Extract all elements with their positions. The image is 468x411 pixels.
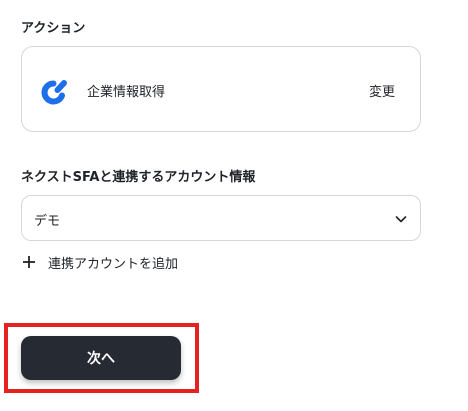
- account-select[interactable]: デモ: [21, 195, 421, 241]
- action-name: 企業情報取得: [87, 85, 166, 100]
- account-section-label: ネクストSFAと連携するアカウント情報: [21, 170, 256, 185]
- chevron-down-icon: [395, 216, 407, 223]
- action-section-label: アクション: [21, 21, 86, 36]
- add-account-button[interactable]: 連携アカウントを追加: [22, 250, 178, 274]
- account-select-value: デモ: [34, 214, 61, 229]
- plus-icon: [23, 256, 35, 268]
- change-action-link[interactable]: 変更: [369, 81, 395, 100]
- next-button[interactable]: 次へ: [21, 336, 181, 380]
- page: アクション 企業情報取得 変更 ネクストSFAと連携するアカウント情報 デモ 連…: [0, 0, 468, 411]
- action-card: 企業情報取得 変更: [21, 46, 421, 132]
- company-info-logo-icon: [41, 80, 67, 105]
- add-account-label: 連携アカウントを追加: [48, 256, 179, 272]
